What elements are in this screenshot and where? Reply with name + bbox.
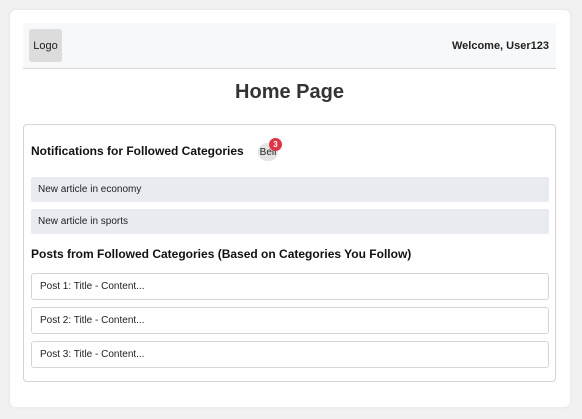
posts-title: Posts from Followed Categories (Based on… <box>31 247 412 261</box>
post-item[interactable]: Post 1: Title - Content... <box>31 273 549 300</box>
notifications-title: Notifications for Followed Categories <box>31 144 244 158</box>
header-bar: Logo Welcome, User123 <box>23 23 556 69</box>
page-title: Home Page <box>235 81 344 103</box>
logo[interactable]: Logo <box>29 29 62 62</box>
notification-item[interactable]: New article in economy <box>31 177 549 202</box>
content-panel: Notifications for Followed Categories Be… <box>23 124 556 382</box>
notification-item[interactable]: New article in sports <box>31 209 549 234</box>
notification-count-badge: 3 <box>269 138 282 151</box>
main-card: Logo Welcome, User123 Home Page Notifica… <box>10 10 570 407</box>
post-item[interactable]: Post 2: Title - Content... <box>31 307 549 334</box>
welcome-message: Welcome, User123 <box>451 39 549 52</box>
post-item[interactable]: Post 3: Title - Content... <box>31 341 549 368</box>
